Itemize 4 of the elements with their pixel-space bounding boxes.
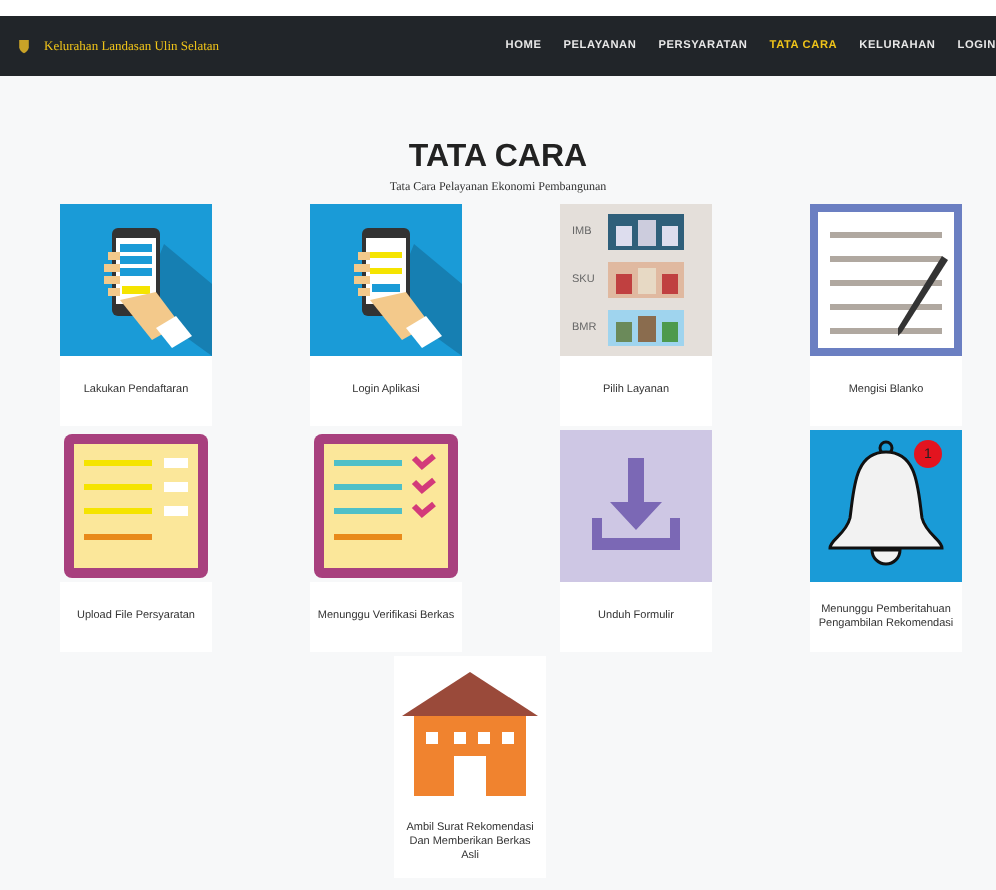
download-icon (560, 430, 712, 582)
page-title: TATA CARA (406, 140, 590, 176)
bell-icon (810, 430, 962, 582)
shield-icon (18, 38, 30, 54)
